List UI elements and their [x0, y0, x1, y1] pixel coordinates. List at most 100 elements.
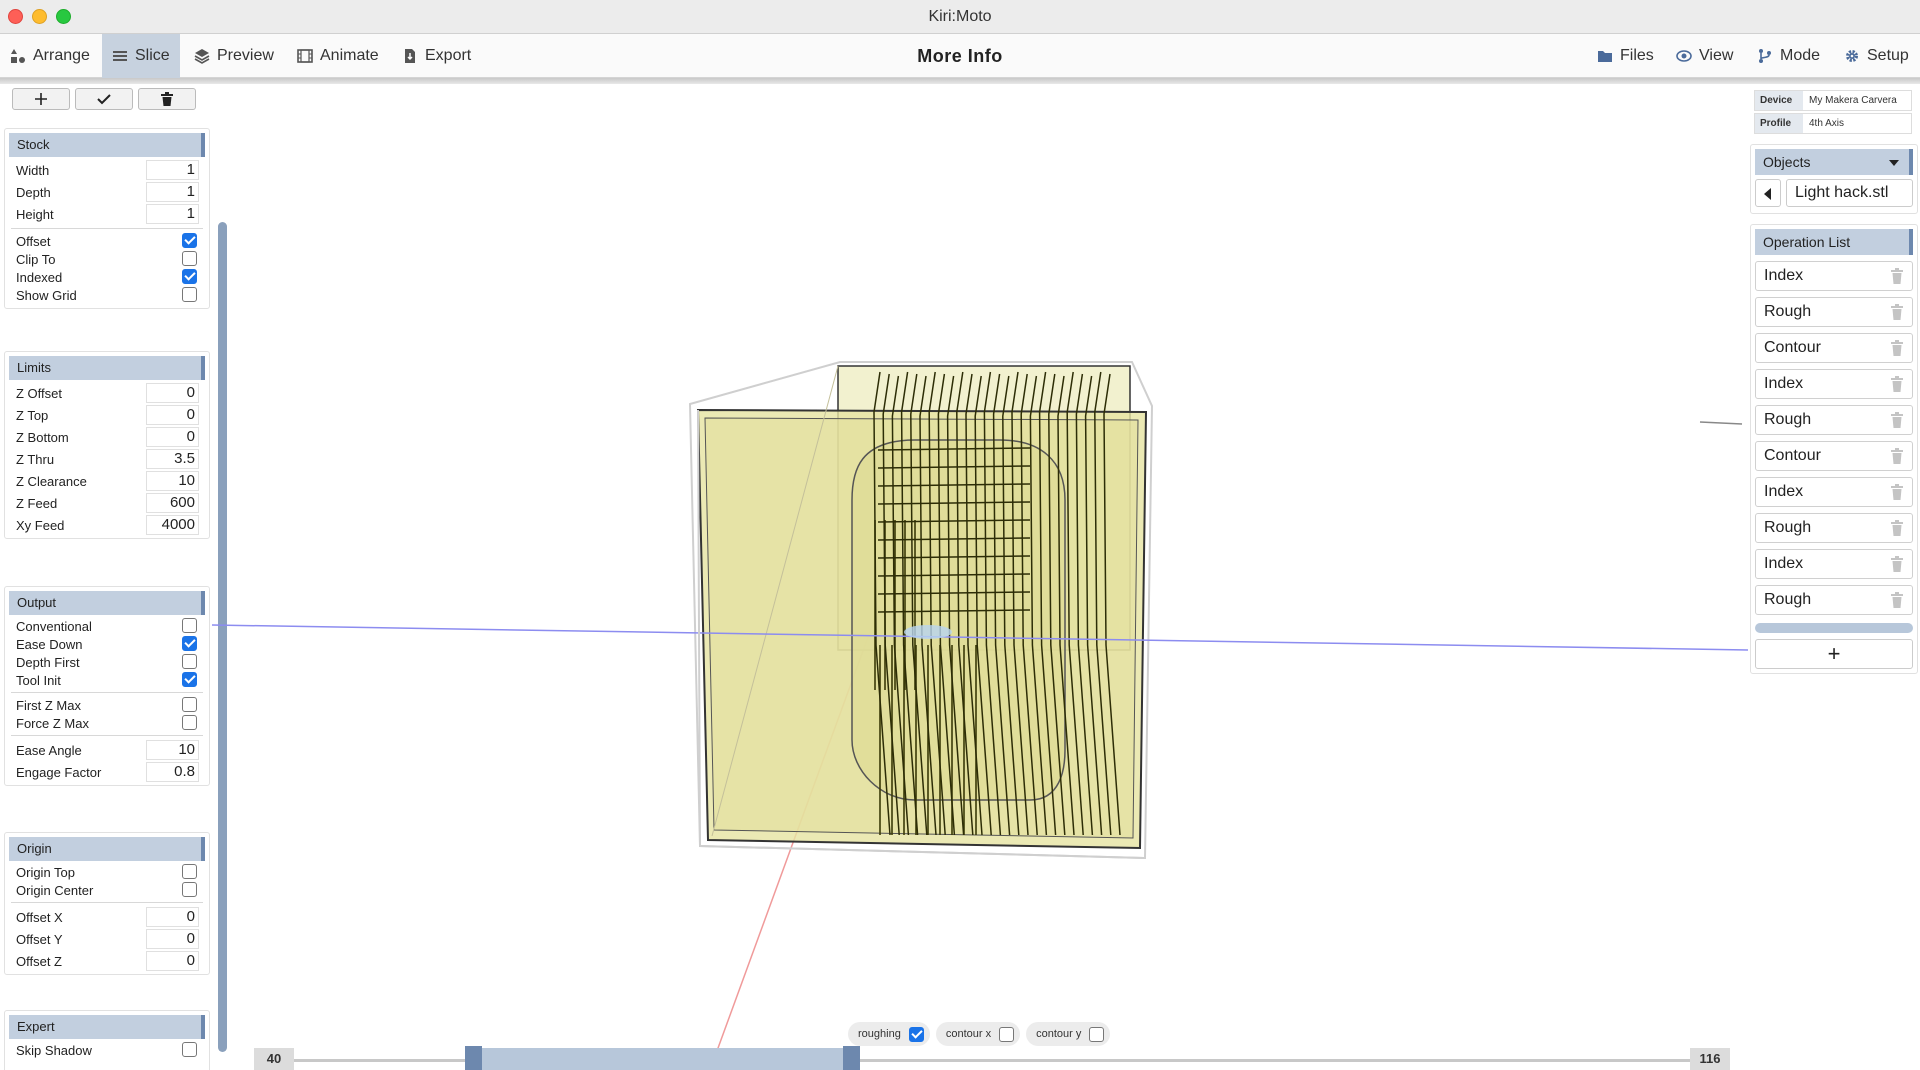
force-z-max-checkbox[interactable] [182, 715, 197, 730]
operation-item[interactable]: Index [1755, 549, 1913, 579]
trash-icon[interactable] [1890, 412, 1904, 428]
profile-row[interactable]: Profile 4th Axis [1754, 113, 1912, 134]
layer-slider-upper-handle[interactable] [843, 1046, 860, 1070]
xy-feed-input[interactable]: 4000 [146, 515, 199, 535]
trash-icon[interactable] [1890, 304, 1904, 320]
z-thru-input[interactable]: 3.5 [146, 449, 199, 469]
operation-item[interactable]: Rough [1755, 513, 1913, 543]
ease-angle-input[interactable]: 10 [146, 740, 199, 760]
nav-arrange[interactable]: Arrange [0, 34, 100, 78]
nav-animate[interactable]: Animate [287, 34, 389, 78]
trash-icon[interactable] [1890, 448, 1904, 464]
indexed-checkbox[interactable] [182, 269, 197, 284]
offset-x-input[interactable]: 0 [146, 907, 199, 927]
operation-item[interactable]: Index [1755, 261, 1913, 291]
toggle-contour-x[interactable]: contour x [935, 1022, 1021, 1046]
layer-slider-range[interactable] [465, 1048, 860, 1070]
show-grid-label: Show Grid [16, 288, 77, 303]
more-info-link[interactable]: More Info [917, 46, 1003, 66]
nav-export[interactable]: Export [392, 34, 481, 78]
device-row[interactable]: Device My Makera Carvera [1754, 90, 1912, 111]
ease-down-checkbox[interactable] [182, 636, 197, 651]
origin-center-checkbox[interactable] [182, 882, 197, 897]
3d-viewport[interactable] [212, 84, 1748, 1070]
toggle-contour-x-checkbox[interactable] [999, 1026, 1015, 1042]
height-input[interactable]: 1 [146, 204, 199, 224]
title-bar: Kiri:Moto [0, 0, 1920, 34]
nav-preview-label: Preview [217, 47, 274, 64]
nav-view[interactable]: View [1666, 34, 1743, 78]
limits-header[interactable]: Limits [9, 356, 205, 380]
trash-icon[interactable] [1890, 520, 1904, 536]
operation-list-box: Operation List Index Rough Contour Index Rou… [1750, 224, 1918, 674]
toggle-roughing-checkbox[interactable] [908, 1026, 924, 1042]
trash-icon[interactable] [1890, 484, 1904, 500]
z-feed-input[interactable]: 600 [146, 493, 199, 513]
trash-icon[interactable] [1890, 556, 1904, 572]
operation-item[interactable]: Rough [1755, 297, 1913, 327]
z-top-input[interactable]: 0 [146, 405, 199, 425]
add-icon [35, 93, 47, 105]
operation-item[interactable]: Index [1755, 477, 1913, 507]
origin-header[interactable]: Origin [9, 837, 205, 861]
conventional-checkbox[interactable] [182, 618, 197, 633]
toggle-contour-y[interactable]: contour y [1026, 1022, 1111, 1046]
z-bottom-input[interactable]: 0 [146, 427, 199, 447]
stock-header[interactable]: Stock [9, 133, 205, 157]
clip-to-checkbox[interactable] [182, 251, 197, 266]
toggle-contour-y-checkbox[interactable] [1089, 1026, 1105, 1042]
nav-files-label: Files [1620, 47, 1654, 64]
depth-input[interactable]: 1 [146, 182, 199, 202]
offset-checkbox[interactable] [182, 233, 197, 248]
nav-mode[interactable]: Mode [1747, 34, 1830, 78]
toggle-roughing[interactable]: roughing [848, 1022, 930, 1046]
offset-z-input[interactable]: 0 [146, 951, 199, 971]
trash-icon[interactable] [1890, 376, 1904, 392]
show-grid-checkbox[interactable] [182, 287, 197, 302]
output-header[interactable]: Output [9, 591, 205, 615]
first-z-max-checkbox[interactable] [182, 697, 197, 712]
depth-first-checkbox[interactable] [182, 654, 197, 669]
width-input[interactable]: 1 [146, 160, 199, 180]
trash-icon[interactable] [1890, 592, 1904, 608]
folder-icon [1598, 51, 1612, 62]
operation-item[interactable]: Rough [1755, 405, 1913, 435]
operation-item[interactable]: Index [1755, 369, 1913, 399]
origin-top-checkbox[interactable] [182, 864, 197, 879]
nav-preview[interactable]: Preview [184, 34, 284, 78]
operation-label: Index [1764, 375, 1804, 392]
add-operation-button[interactable]: + [1755, 639, 1913, 669]
tool-init-checkbox[interactable] [182, 672, 197, 687]
delete-button[interactable] [138, 88, 196, 110]
engage-factor-label: Engage Factor [16, 765, 102, 780]
operation-item[interactable]: Contour [1755, 333, 1913, 363]
expert-header[interactable]: Expert [9, 1015, 205, 1039]
trash-icon[interactable] [1890, 268, 1904, 284]
stock-group: Stock Width 1 Depth 1 Height 1 Offset Clip … [4, 128, 210, 309]
operation-item[interactable]: Rough [1755, 585, 1913, 615]
nav-setup[interactable]: Setup [1834, 34, 1919, 78]
clip-to-row: Clip To [5, 250, 209, 268]
engage-factor-input[interactable]: 0.8 [146, 762, 199, 782]
nav-slice-label: Slice [135, 47, 170, 64]
operation-label: Index [1764, 267, 1804, 284]
ease-down-row: Ease Down [5, 635, 209, 653]
trash-icon[interactable] [1890, 340, 1904, 356]
z-clearance-input[interactable]: 10 [146, 471, 199, 491]
selected-object[interactable]: Light hack.stl [1786, 179, 1913, 207]
depth-first-row: Depth First [5, 653, 209, 671]
top-menu-bar: Arrange Slice Preview Animate Export Mor… [0, 34, 1920, 84]
objects-dropdown[interactable]: Objects [1755, 149, 1913, 175]
skip-shadow-checkbox[interactable] [182, 1042, 197, 1057]
object-prev-button[interactable] [1755, 179, 1781, 207]
nav-files[interactable]: Files [1587, 34, 1664, 78]
operation-item[interactable]: Contour [1755, 441, 1913, 471]
add-button[interactable] [12, 88, 70, 110]
operation-list-scrollbar[interactable] [1755, 623, 1913, 633]
layer-slider-lower-handle[interactable] [465, 1046, 482, 1070]
nav-slice[interactable]: Slice [102, 34, 180, 78]
offset-y-input[interactable]: 0 [146, 929, 199, 949]
height-row: Height 1 [5, 203, 209, 225]
apply-button[interactable] [75, 88, 133, 110]
z-offset-input[interactable]: 0 [146, 383, 199, 403]
